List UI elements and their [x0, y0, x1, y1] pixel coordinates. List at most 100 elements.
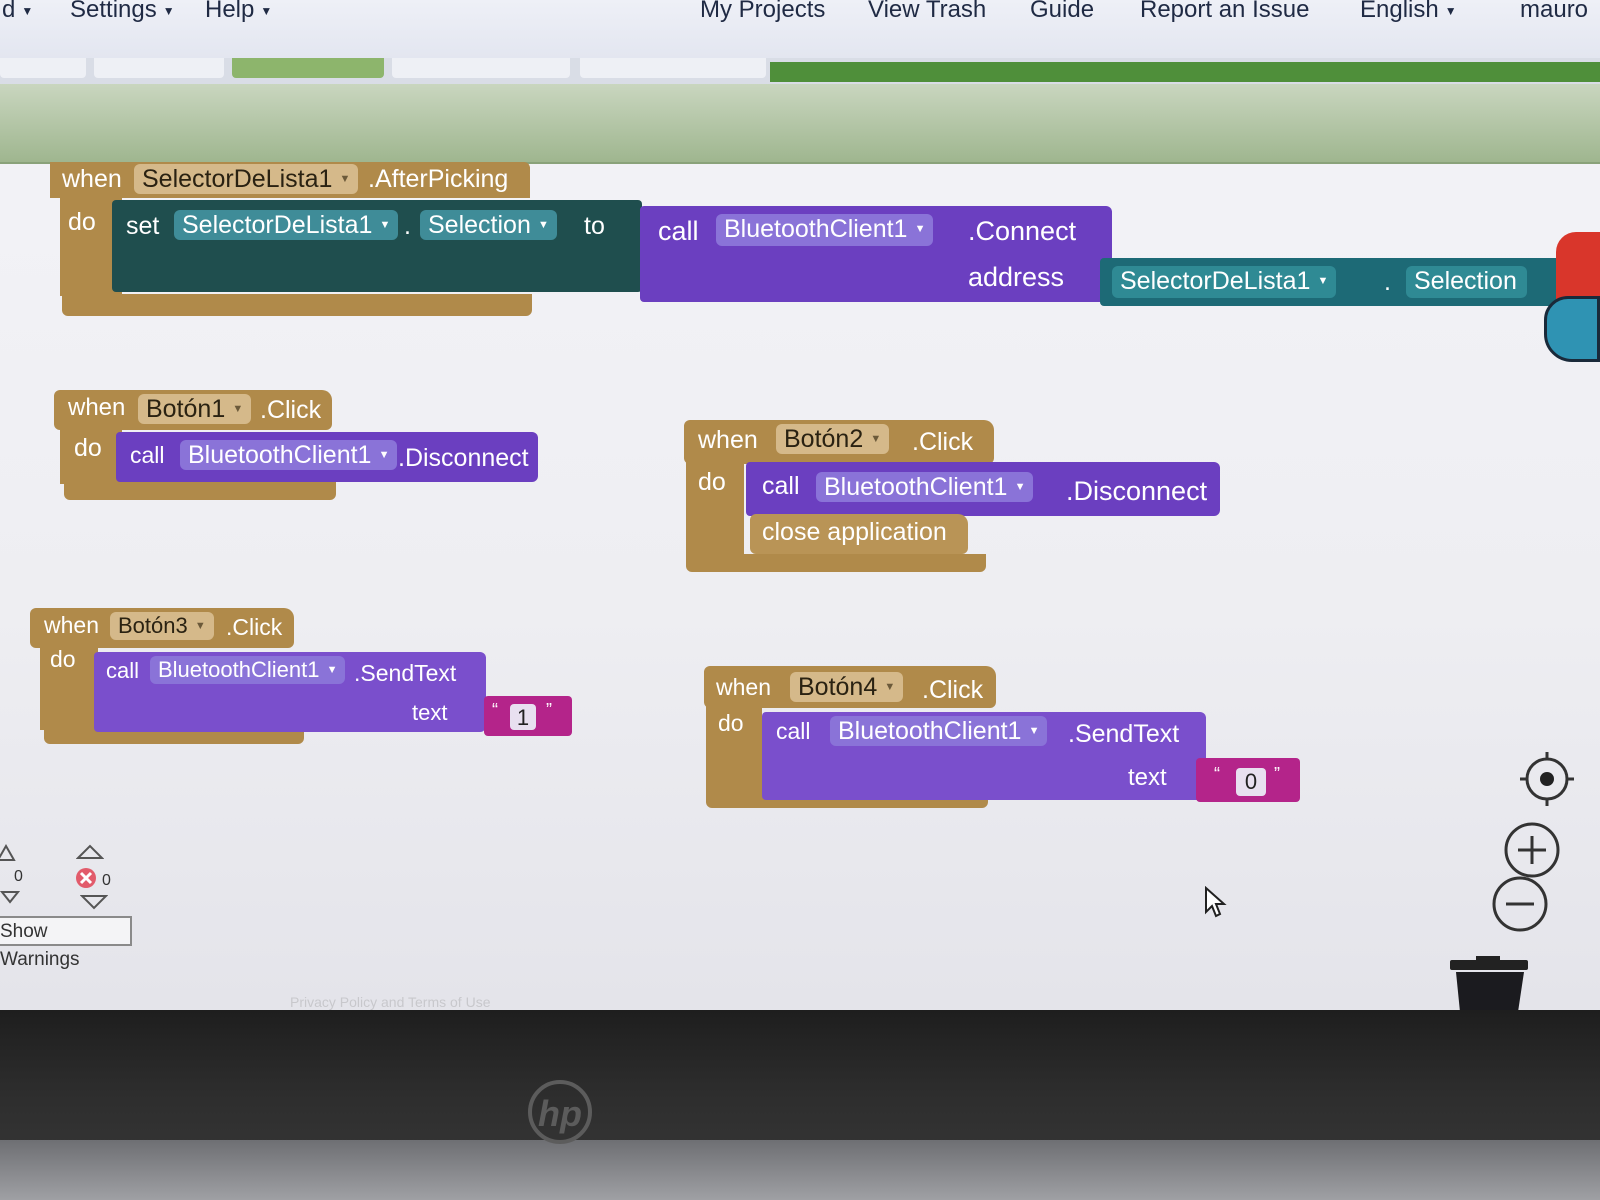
- method-name: .Disconnect: [1066, 476, 1208, 506]
- text-literal-value[interactable]: 1: [510, 704, 536, 730]
- app-inventor-screen: d ▼ Settings ▼ Help ▼ My Projects View Tras…: [0, 0, 1600, 1010]
- method-name: .SendText: [1068, 720, 1180, 748]
- menu-build-label: d: [2, 0, 16, 23]
- menu-language[interactable]: English ▼: [1360, 0, 1457, 24]
- call-component-dropdown[interactable]: BluetoothClient1 ▼: [150, 656, 346, 684]
- get-property-dropdown[interactable]: Selection: [1406, 266, 1527, 298]
- dropdown-arrow-icon: ▼: [378, 449, 390, 461]
- editor-toolbar: [0, 84, 1600, 164]
- menu-account[interactable]: mauro: [1520, 0, 1588, 24]
- do-keyword: do: [74, 434, 102, 462]
- call-keyword: call: [106, 658, 140, 683]
- chevron-down-icon: ▼: [260, 3, 273, 18]
- component-dropdown[interactable]: Botón4 ▼: [790, 672, 904, 702]
- error-count: 0: [102, 872, 111, 889]
- error-next-icon[interactable]: [79, 894, 109, 915]
- project-tab[interactable]: [392, 58, 570, 78]
- menu-help[interactable]: Help ▼: [205, 0, 272, 24]
- error-prev-icon[interactable]: [75, 844, 105, 865]
- menu-help-label: Help: [205, 0, 255, 23]
- dot-separator: .: [404, 212, 411, 240]
- dropdown-arrow-icon: ▼: [914, 223, 926, 235]
- event-block-foot: [62, 294, 532, 316]
- event-name: .Click: [260, 396, 322, 424]
- project-tab[interactable]: [0, 58, 86, 78]
- target-icon[interactable]: [1518, 750, 1576, 813]
- call-component-label: BluetoothClient1: [824, 473, 1008, 501]
- component-dropdown-label: Botón3: [118, 613, 188, 638]
- set-component-dropdown[interactable]: SelectorDeLista1 ▼: [174, 210, 399, 240]
- component-dropdown[interactable]: Botón2 ▼: [776, 424, 890, 454]
- set-property-dropdown[interactable]: Selection ▼: [420, 210, 557, 240]
- when-keyword: when: [68, 394, 126, 421]
- laptop-chin: [0, 1140, 1600, 1200]
- dropdown-arrow-icon: ▼: [379, 219, 391, 231]
- warning-next-icon[interactable]: [0, 890, 21, 909]
- event-block-foot: [686, 554, 986, 572]
- menu-settings[interactable]: Settings ▼: [70, 0, 175, 24]
- arg-label-text: text: [1128, 764, 1167, 791]
- call-component-dropdown[interactable]: BluetoothClient1 ▼: [830, 716, 1048, 746]
- privacy-policy-link[interactable]: Privacy Policy and Terms of Use: [290, 994, 490, 1010]
- warning-count: 0: [14, 868, 23, 885]
- do-keyword: do: [68, 208, 96, 236]
- method-name: .SendText: [354, 660, 457, 686]
- link-my-projects[interactable]: My Projects: [700, 0, 825, 24]
- method-name: .Connect: [968, 216, 1077, 246]
- minus-circle-icon[interactable]: [1490, 874, 1550, 939]
- component-dropdown-label: Botón1: [146, 395, 226, 423]
- warning-triangle-icon: [0, 843, 16, 867]
- component-dropdown-label: Botón2: [784, 425, 864, 453]
- when-keyword: when: [716, 674, 771, 700]
- to-keyword: to: [584, 212, 605, 240]
- call-component-label: BluetoothClient1: [158, 657, 320, 682]
- dropdown-arrow-icon: ▼: [537, 219, 549, 231]
- call-keyword: call: [762, 472, 800, 500]
- offscreen-block[interactable]: [1544, 296, 1600, 362]
- when-keyword: when: [44, 612, 99, 638]
- project-tab[interactable]: [94, 58, 224, 78]
- dropdown-arrow-icon: ▼: [326, 664, 338, 676]
- call-component-label: BluetoothClient1: [724, 215, 908, 243]
- project-tab[interactable]: [580, 58, 766, 78]
- when-keyword: when: [62, 165, 122, 193]
- event-name: .AfterPicking: [368, 165, 509, 193]
- close-application-label: close application: [762, 518, 947, 546]
- arg-label-address: address: [968, 262, 1065, 292]
- do-keyword: do: [718, 710, 744, 736]
- do-keyword: do: [698, 468, 726, 496]
- chevron-down-icon: ▼: [162, 3, 175, 18]
- error-circle-icon: [74, 866, 98, 895]
- call-component-dropdown[interactable]: BluetoothClient1 ▼: [180, 440, 398, 470]
- link-view-trash[interactable]: View Trash: [868, 0, 986, 24]
- close-quote-icon: ”: [1274, 764, 1280, 784]
- trash-icon[interactable]: [1446, 956, 1530, 1010]
- dropdown-arrow-icon: ▼: [1028, 725, 1040, 737]
- component-dropdown[interactable]: Botón3 ▼: [110, 612, 214, 640]
- when-keyword: when: [698, 426, 758, 454]
- dropdown-arrow-icon: ▼: [1014, 481, 1026, 493]
- dropdown-arrow-icon: ▼: [870, 433, 882, 445]
- call-component-dropdown[interactable]: BluetoothClient1 ▼: [816, 472, 1034, 502]
- link-guide[interactable]: Guide: [1030, 0, 1094, 24]
- get-component-label: SelectorDeLista1: [1120, 267, 1311, 295]
- method-name: .Disconnect: [398, 444, 529, 472]
- event-block-foot: [64, 482, 336, 500]
- menu-build[interactable]: d ▼: [2, 0, 33, 24]
- component-dropdown[interactable]: Botón1 ▼: [138, 394, 252, 424]
- call-keyword: call: [130, 442, 165, 468]
- set-property-label: Selection: [428, 211, 531, 239]
- show-warnings-button[interactable]: Show Warnings: [0, 916, 132, 970]
- event-name: .Click: [226, 614, 283, 640]
- menu-language-label: English: [1360, 0, 1439, 23]
- arg-label-text: text: [412, 700, 448, 725]
- get-component-dropdown[interactable]: SelectorDeLista1 ▼: [1112, 266, 1337, 298]
- project-tab[interactable]: [232, 58, 384, 78]
- call-component-dropdown[interactable]: BluetoothClient1 ▼: [716, 214, 934, 246]
- dropdown-arrow-icon: ▼: [194, 620, 206, 632]
- dot-separator: .: [1384, 268, 1391, 296]
- component-dropdown[interactable]: SelectorDeLista1 ▼: [134, 164, 359, 194]
- text-literal-value[interactable]: 0: [1236, 768, 1266, 796]
- link-report-issue[interactable]: Report an Issue: [1140, 0, 1309, 24]
- component-dropdown-label: SelectorDeLista1: [142, 165, 333, 193]
